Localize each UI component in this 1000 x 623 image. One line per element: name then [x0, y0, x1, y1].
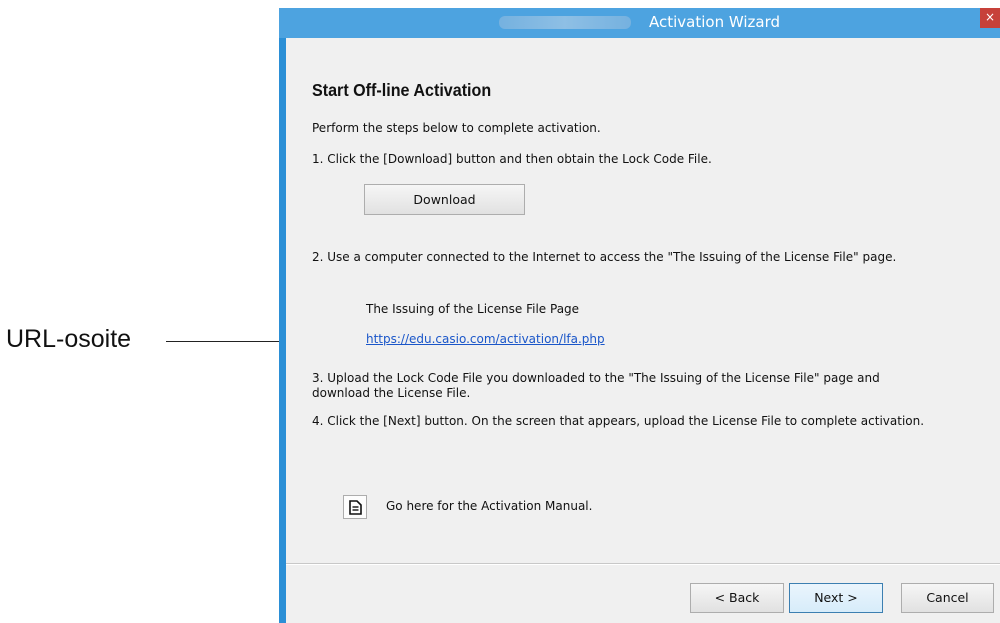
activation-manual-text: Go here for the Activation Manual. [386, 499, 593, 513]
intro-text: Perform the steps below to complete acti… [312, 121, 601, 135]
activation-url-link[interactable]: https://edu.casio.com/activation/lfa.php [366, 332, 605, 346]
license-page-name: The Issuing of the License File Page [366, 302, 580, 316]
cancel-button[interactable]: Cancel [901, 583, 994, 613]
footer-divider [286, 563, 1000, 565]
step-3-text: 3. Upload the Lock Code File you downloa… [312, 371, 880, 400]
step-4-text: 4. Click the [Next] button. On the scree… [312, 414, 925, 428]
activation-manual-button[interactable] [343, 495, 367, 519]
title-bar[interactable]: Activation Wizard × [279, 8, 1000, 38]
blurred-app-name [499, 16, 631, 29]
close-button[interactable]: × [980, 8, 1000, 28]
activation-wizard-window: Activation Wizard × Start Off-line Activ… [279, 8, 1000, 623]
window-title: Activation Wizard [649, 13, 781, 31]
back-button[interactable]: < Back [690, 583, 784, 613]
step-2-text: 2. Use a computer connected to the Inter… [312, 250, 897, 264]
next-button[interactable]: Next > [789, 583, 883, 613]
close-icon: × [984, 10, 996, 24]
download-button[interactable]: Download [364, 184, 525, 215]
url-callout-label: URL-osoite [6, 325, 132, 353]
wizard-content: Start Off-line Activation Perform the st… [286, 38, 1000, 623]
page-title: Start Off-line Activation [312, 80, 492, 100]
step-1-text: 1. Click the [Download] button and then … [312, 152, 712, 166]
document-icon [349, 500, 362, 515]
